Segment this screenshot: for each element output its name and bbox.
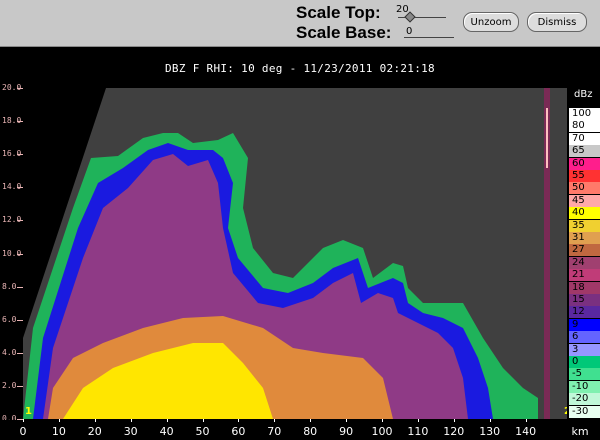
x-tick-label: 80 — [303, 425, 318, 438]
scale-base-slider[interactable] — [404, 37, 454, 38]
x-tick — [23, 419, 24, 422]
colorbar-level: 70 — [569, 132, 600, 145]
colorbar-level: 3 — [569, 343, 600, 356]
scale-top-label: Scale Top: — [296, 3, 381, 22]
colorbar-level: -30 — [569, 405, 600, 418]
colorbar-level: 31 — [569, 232, 600, 244]
x-tick — [489, 419, 491, 422]
radar-image — [23, 88, 550, 419]
x-tick — [130, 419, 132, 422]
x-tick-label: 120 — [443, 425, 465, 438]
colorbar-level: -20 — [569, 393, 600, 406]
colorbar-level: 12 — [569, 306, 600, 319]
colorbar-level: -10 — [569, 380, 600, 393]
colorbar-level: 35 — [569, 219, 600, 232]
colorbar-level: 6 — [569, 331, 600, 344]
x-tick-label: 0 — [19, 425, 27, 438]
x-tick-label: 100 — [371, 425, 393, 438]
edge-streak-highlight — [546, 108, 548, 168]
y-tick-label: 8.0 — [2, 281, 17, 291]
y-tick-label: 6.0 — [2, 314, 17, 324]
x-tick-label: 20 — [87, 425, 102, 438]
colorbar-level: 24 — [569, 256, 600, 269]
scale-base-value: 0 — [406, 26, 413, 37]
colorbar-level: 15 — [569, 294, 600, 306]
colorbar-unit: dBz — [574, 89, 593, 100]
colorbar-level: 65 — [569, 145, 600, 158]
marker-right: 2 — [564, 406, 567, 417]
x-tick-label: 130 — [479, 425, 501, 438]
colorbar-level: 18 — [569, 281, 600, 294]
colorbar-level: 60 — [569, 157, 600, 170]
x-tick — [310, 419, 312, 422]
colorbar-level: 80 — [569, 120, 600, 133]
x-tick-label: 10 — [51, 425, 66, 438]
x-tick — [202, 419, 204, 422]
y-tick-label: 4.0 — [2, 347, 17, 357]
x-tick-label: 140 — [515, 425, 537, 438]
x-tick — [525, 419, 527, 422]
x-tick-label: 50 — [195, 425, 210, 438]
toolbar: Scale Top: 20 Scale Base: 0 Unzoom Dismi… — [0, 0, 600, 47]
colorbar-level: 21 — [569, 269, 600, 282]
x-tick — [453, 419, 455, 422]
scale-base-label: Scale Base: — [296, 23, 392, 42]
colorbar-level: 27 — [569, 244, 600, 257]
x-tick — [382, 419, 383, 422]
x-tick-label: 90 — [339, 425, 354, 438]
plot-title: DBZ F RHI: 10 deg - 11/23/2011 02:21:18 — [165, 62, 435, 75]
x-tick — [58, 419, 60, 422]
colorbar-level: 55 — [569, 170, 600, 182]
colorbar-level: -5 — [569, 368, 600, 381]
colorbar-level: 45 — [569, 194, 600, 207]
dismiss-button[interactable]: Dismiss — [527, 12, 587, 32]
y-tick-label: 2.0 — [2, 380, 17, 390]
x-axis-unit: km — [571, 425, 589, 438]
rhi-plot[interactable]: 1 2 — [23, 88, 567, 419]
colorbar-level: 50 — [569, 182, 600, 195]
x-tick-label: 70 — [267, 425, 282, 438]
unzoom-button[interactable]: Unzoom — [463, 12, 519, 32]
x-tick — [166, 419, 168, 422]
x-tick — [274, 419, 276, 422]
x-tick-label: 40 — [159, 425, 174, 438]
colorbar-level: 9 — [569, 318, 600, 331]
marker-left: 1 — [25, 406, 32, 417]
x-tick — [94, 419, 96, 422]
x-tick-label: 110 — [407, 425, 429, 438]
colorbar-level: 0 — [569, 356, 600, 368]
x-tick — [238, 419, 240, 422]
colorbar-level: 100 — [569, 108, 600, 120]
x-tick-label: 30 — [123, 425, 138, 438]
x-tick — [346, 419, 348, 422]
x-tick — [417, 419, 419, 422]
x-tick-label: 60 — [231, 425, 246, 438]
colorbar-level: 40 — [569, 207, 600, 220]
